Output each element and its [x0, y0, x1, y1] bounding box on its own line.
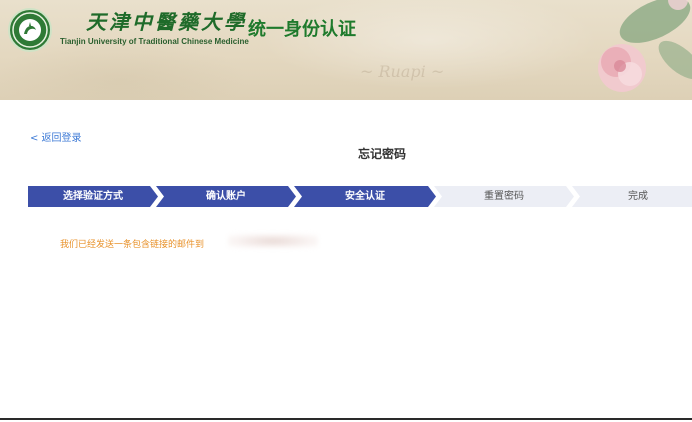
step-security-auth: 安全认证 — [294, 186, 436, 207]
step-label: 确认账户 — [206, 191, 246, 202]
bottom-divider — [0, 418, 692, 420]
back-to-login-link[interactable]: < 返回登录 — [30, 129, 82, 144]
university-seal-icon — [8, 8, 52, 52]
header-banner: ~ Ruapi ~ 天津中醫藥大學 Tianjin University of … — [0, 0, 692, 100]
page-title: 忘记密码 — [357, 147, 406, 161]
university-chinese-name: 天津中醫藥大學 — [86, 10, 247, 34]
banner-decorative-script: ~ Ruapi ~ — [360, 62, 445, 81]
step-confirm-account: 确认账户 — [156, 186, 296, 207]
progress-steps: 选择验证方式 确认账户 安全认证 重置密码 完成 — [28, 186, 692, 207]
step-label: 完成 — [628, 191, 648, 202]
step-label: 重置密码 — [484, 191, 524, 202]
step-choose-method: 选择验证方式 — [28, 186, 158, 207]
step-label: 选择验证方式 — [63, 191, 123, 202]
redacted-email-address — [228, 234, 318, 248]
step-complete: 完成 — [572, 186, 692, 207]
university-english-name: Tianjin University of Traditional Chines… — [60, 37, 249, 46]
email-sent-message: 我们已经发送一条包含链接的邮件到 — [60, 240, 205, 250]
system-title: 统一身份认证 — [248, 19, 356, 40]
flower-decoration-icon — [598, 0, 692, 92]
step-label: 安全认证 — [345, 191, 385, 202]
step-reset-password: 重置密码 — [434, 186, 574, 207]
